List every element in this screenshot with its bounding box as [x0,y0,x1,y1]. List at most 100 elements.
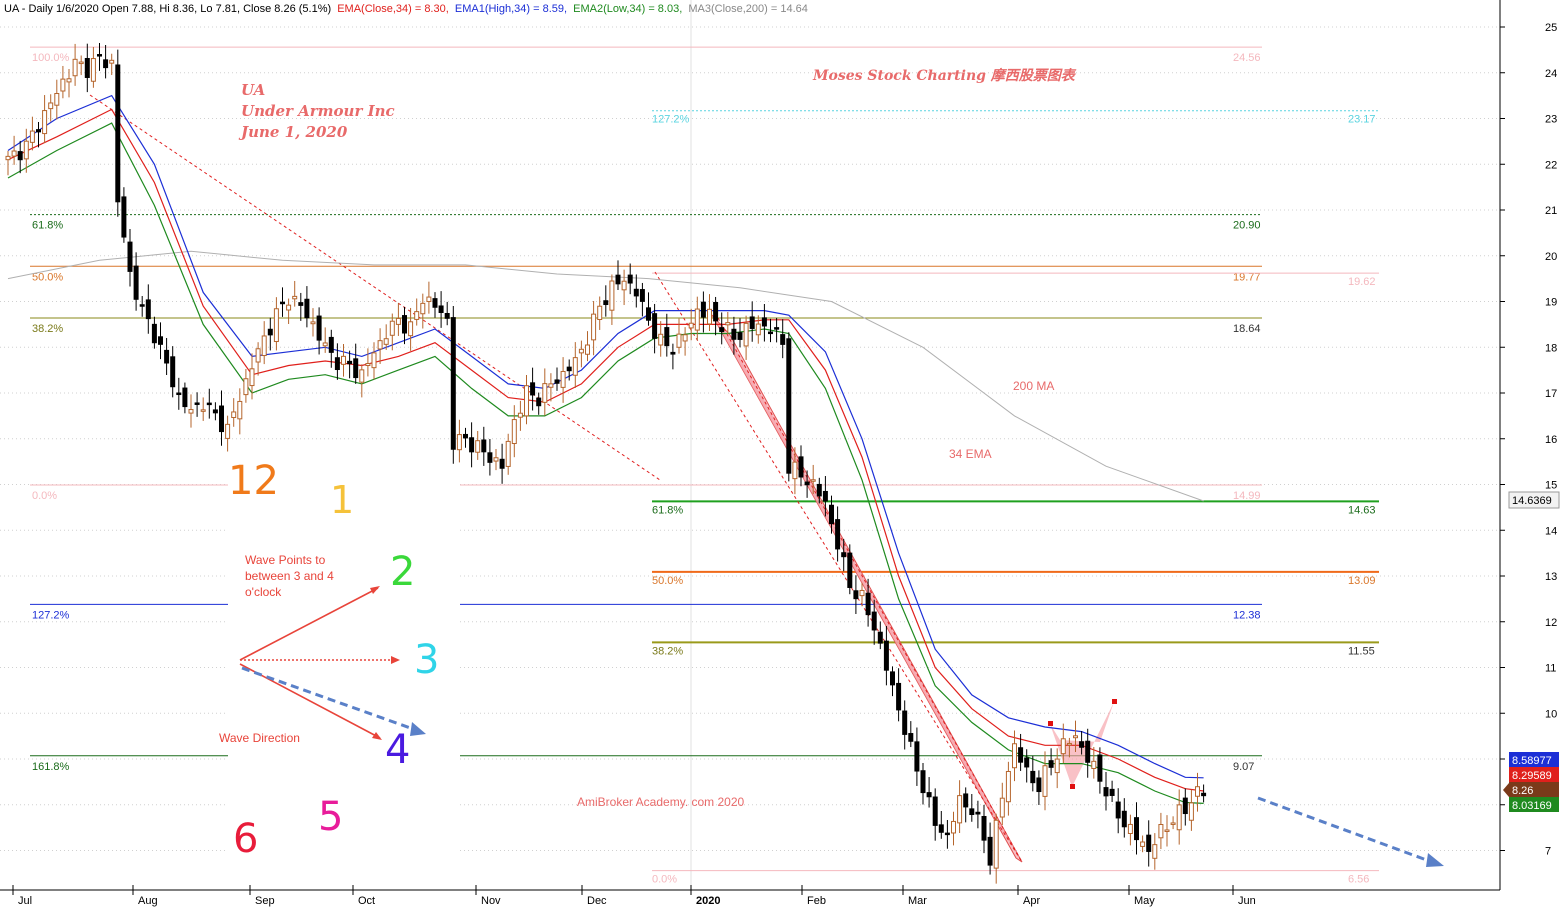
candle-body-27 [170,356,176,388]
candle-body-57 [353,358,359,379]
candle-body-158 [969,808,975,816]
candle-body-119 [731,328,737,340]
candle-body-32 [200,409,206,412]
fib2-label-5: 0.0% [652,874,677,886]
candle-body-125 [768,331,773,335]
candle-body-187 [1146,834,1152,852]
candle-body-25 [158,336,163,345]
candle-body-175 [1073,735,1078,739]
candle-body-19 [121,196,127,238]
candle-body-78 [481,439,487,453]
candle-body-7 [48,102,54,110]
candle-body-188 [1152,844,1158,859]
candle-body-146 [896,682,902,711]
candle-body-83 [511,419,517,445]
candle-body-51 [316,315,322,341]
clock-number-5: 5 [318,794,343,840]
x-tick-label-Mar: Mar [908,895,927,907]
candle-body-161 [987,836,993,866]
x-tick-label-Jul: Jul [18,895,32,907]
candle-body-182 [1115,801,1121,819]
candle-body-102 [627,274,633,284]
candle-body-132 [810,479,816,482]
pattern-point-b [1112,699,1117,704]
x-tick-label-Dec: Dec [587,895,607,907]
candle-body-168 [1030,770,1036,784]
candle-body-179 [1097,754,1103,782]
candle-body-52 [322,342,328,347]
candle-body-91 [560,370,566,388]
ma200-annotation: 200 MA [1013,379,1054,393]
candle-body-109 [670,351,676,355]
candle-body-21 [133,265,139,300]
candle-body-139 [853,590,859,600]
ema-low-badge-text: 8.03169 [1512,800,1552,812]
candle-body-181 [1109,788,1115,796]
candle-body-22 [139,304,145,307]
candle-body-115 [707,308,712,325]
candle-body-38 [237,400,243,420]
candle-body-87 [536,397,542,407]
candle-body-9 [60,78,66,92]
y-tick-label-18: 18 [1545,342,1557,354]
academy-annotation: AmiBroker Academy. com 2020 [577,795,745,809]
candle-body-190 [1164,829,1170,832]
y-tick-label-24: 24 [1545,68,1557,80]
candle-body-30 [188,409,194,414]
clock-number-3: 3 [414,637,439,683]
candle-body-113 [694,308,700,331]
candle-body-152 [932,796,938,826]
candle-body-133 [816,483,822,497]
candle-body-96 [591,313,597,341]
candle-body-130 [798,456,804,478]
candle-body-67 [414,311,420,320]
candle-body-28 [176,392,182,396]
candle-body-11 [72,58,78,77]
candle-body-14 [90,58,96,82]
candle-body-3 [23,140,29,160]
candle-body-169 [1036,777,1042,793]
candle-body-50 [310,321,316,325]
x-tick-label-Apr: Apr [1023,895,1040,907]
candle-body-2 [17,151,23,161]
candle-body-70 [432,298,438,308]
candle-body-26 [164,349,170,364]
y-tick-label-21: 21 [1545,205,1557,217]
candle-body-183 [1121,810,1127,828]
candle-body-66 [408,321,414,337]
wave-points-text-2: between 3 and 4 [245,569,334,583]
fib2-value-5: 6.56 [1348,874,1369,886]
ema-high-badge-text: 8.58977 [1512,755,1552,767]
candle-body-121 [743,322,749,347]
candle-body-43 [267,328,273,336]
candle-body-145 [890,671,895,686]
ma200-badge-text: 14.6369 [1512,495,1552,507]
candle-body-159 [975,811,981,815]
candle-body-131 [804,481,810,486]
candle-body-170 [1042,765,1048,797]
candle-body-71 [438,305,444,313]
ema-close-badge-text: 8.29589 [1512,770,1552,782]
pattern-point-a [1070,784,1075,789]
fib1-value-5: 12.38 [1233,609,1261,621]
candle-body-180 [1103,787,1109,797]
candle-body-54 [334,357,340,371]
candle-body-88 [542,383,548,403]
candle-body-18 [115,64,121,203]
candle-body-173 [1060,738,1066,755]
candle-body-144 [883,640,889,671]
header-prefix: UA - Daily 1/6/2020 Open 7.88, Hi 8.36, … [4,3,331,15]
candle-body-0 [5,155,11,161]
fib1-label-4: 0.0% [32,490,57,502]
y-tick-label-10: 10 [1545,708,1557,720]
candle-body-6 [42,110,48,135]
fib1-value-3: 18.64 [1233,323,1261,335]
candle-body-40 [249,368,255,387]
candle-body-103 [633,288,639,297]
candle-body-82 [505,440,511,467]
x-tick-label-2020: 2020 [696,895,720,907]
candle-body-4 [29,130,35,143]
candle-body-124 [761,317,767,327]
header-ema-close: EMA(Close,34) = 8.30, [337,3,449,15]
candle-body-176 [1079,741,1085,748]
